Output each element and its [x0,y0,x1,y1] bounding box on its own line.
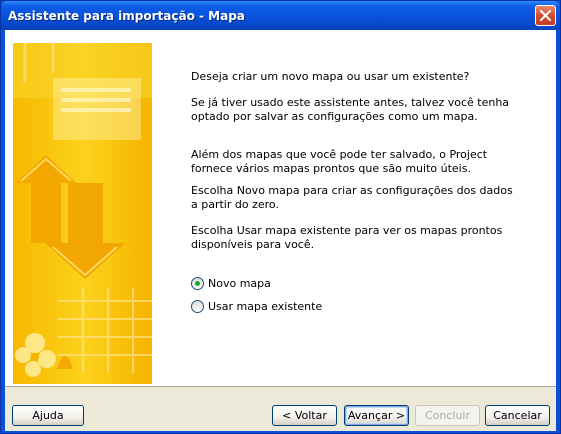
dialog-window: Assistente para importação - Mapa Deseja… [0,0,561,434]
radio-new-map[interactable] [191,276,204,290]
close-icon [540,10,551,21]
question-text: Deseja criar um novo mapa ou usar um exi… [191,70,470,83]
info-paragraph-4: Escolha Usar mapa existente para ver os … [191,224,503,251]
close-button[interactable] [535,5,556,26]
help-button[interactable]: Ajuda [12,405,84,426]
dialog-body: Deseja criar um novo mapa ou usar um exi… [5,30,556,431]
info-paragraph-3: Escolha Novo mapa para criar as configur… [191,184,513,211]
next-button[interactable]: Avançar > [344,405,409,426]
title-bar[interactable]: Assistente para importação - Mapa [1,1,560,30]
radio-existing-map[interactable] [191,299,204,313]
wizard-illustration [13,43,152,384]
wizard-panel: Deseja criar um novo mapa ou usar um exi… [5,30,556,387]
finish-button[interactable]: Concluir [415,405,480,426]
option-existing-map-label[interactable]: Usar mapa existente [208,300,322,313]
option-new-map-label[interactable]: Novo mapa [208,277,271,290]
back-button[interactable]: < Voltar [272,405,337,426]
option-new-map[interactable]: Novo mapa [191,276,271,290]
info-paragraph-2: Além dos mapas que você pode ter salvado… [191,148,488,175]
option-existing-map[interactable]: Usar mapa existente [191,299,322,313]
cancel-button[interactable]: Cancelar [485,405,550,426]
info-paragraph-1: Se já tiver usado este assistente antes,… [191,96,510,123]
window-title: Assistente para importação - Mapa [8,9,245,23]
